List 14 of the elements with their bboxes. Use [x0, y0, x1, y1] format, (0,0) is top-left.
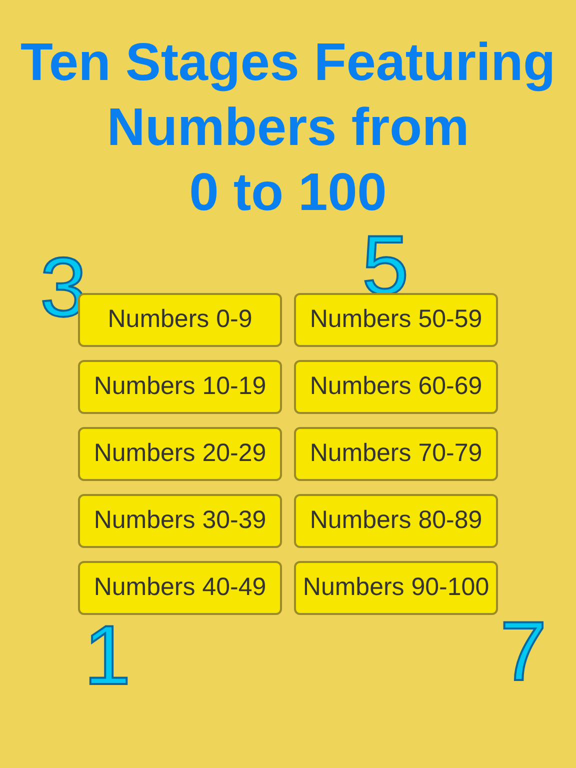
stage-button[interactable]: Numbers 40-49: [78, 561, 282, 615]
stage-button[interactable]: Numbers 20-29: [78, 427, 282, 481]
stage-button[interactable]: Numbers 70-79: [294, 427, 498, 481]
stage-button[interactable]: Numbers 90-100: [294, 561, 498, 615]
decorative-digit: 7: [500, 609, 547, 693]
stage-button[interactable]: Numbers 10-19: [78, 360, 282, 414]
stage-button[interactable]: Numbers 30-39: [78, 494, 282, 548]
stage-button[interactable]: Numbers 80-89: [294, 494, 498, 548]
headline-line: 0 to 100: [189, 162, 387, 224]
stage-button[interactable]: Numbers 50-59: [294, 293, 498, 347]
stage-button[interactable]: Numbers 60-69: [294, 360, 498, 414]
headline-line: Numbers from: [106, 97, 470, 159]
decorative-digit: 1: [84, 613, 131, 697]
headline-line: Ten Stages Featuring: [20, 32, 556, 94]
